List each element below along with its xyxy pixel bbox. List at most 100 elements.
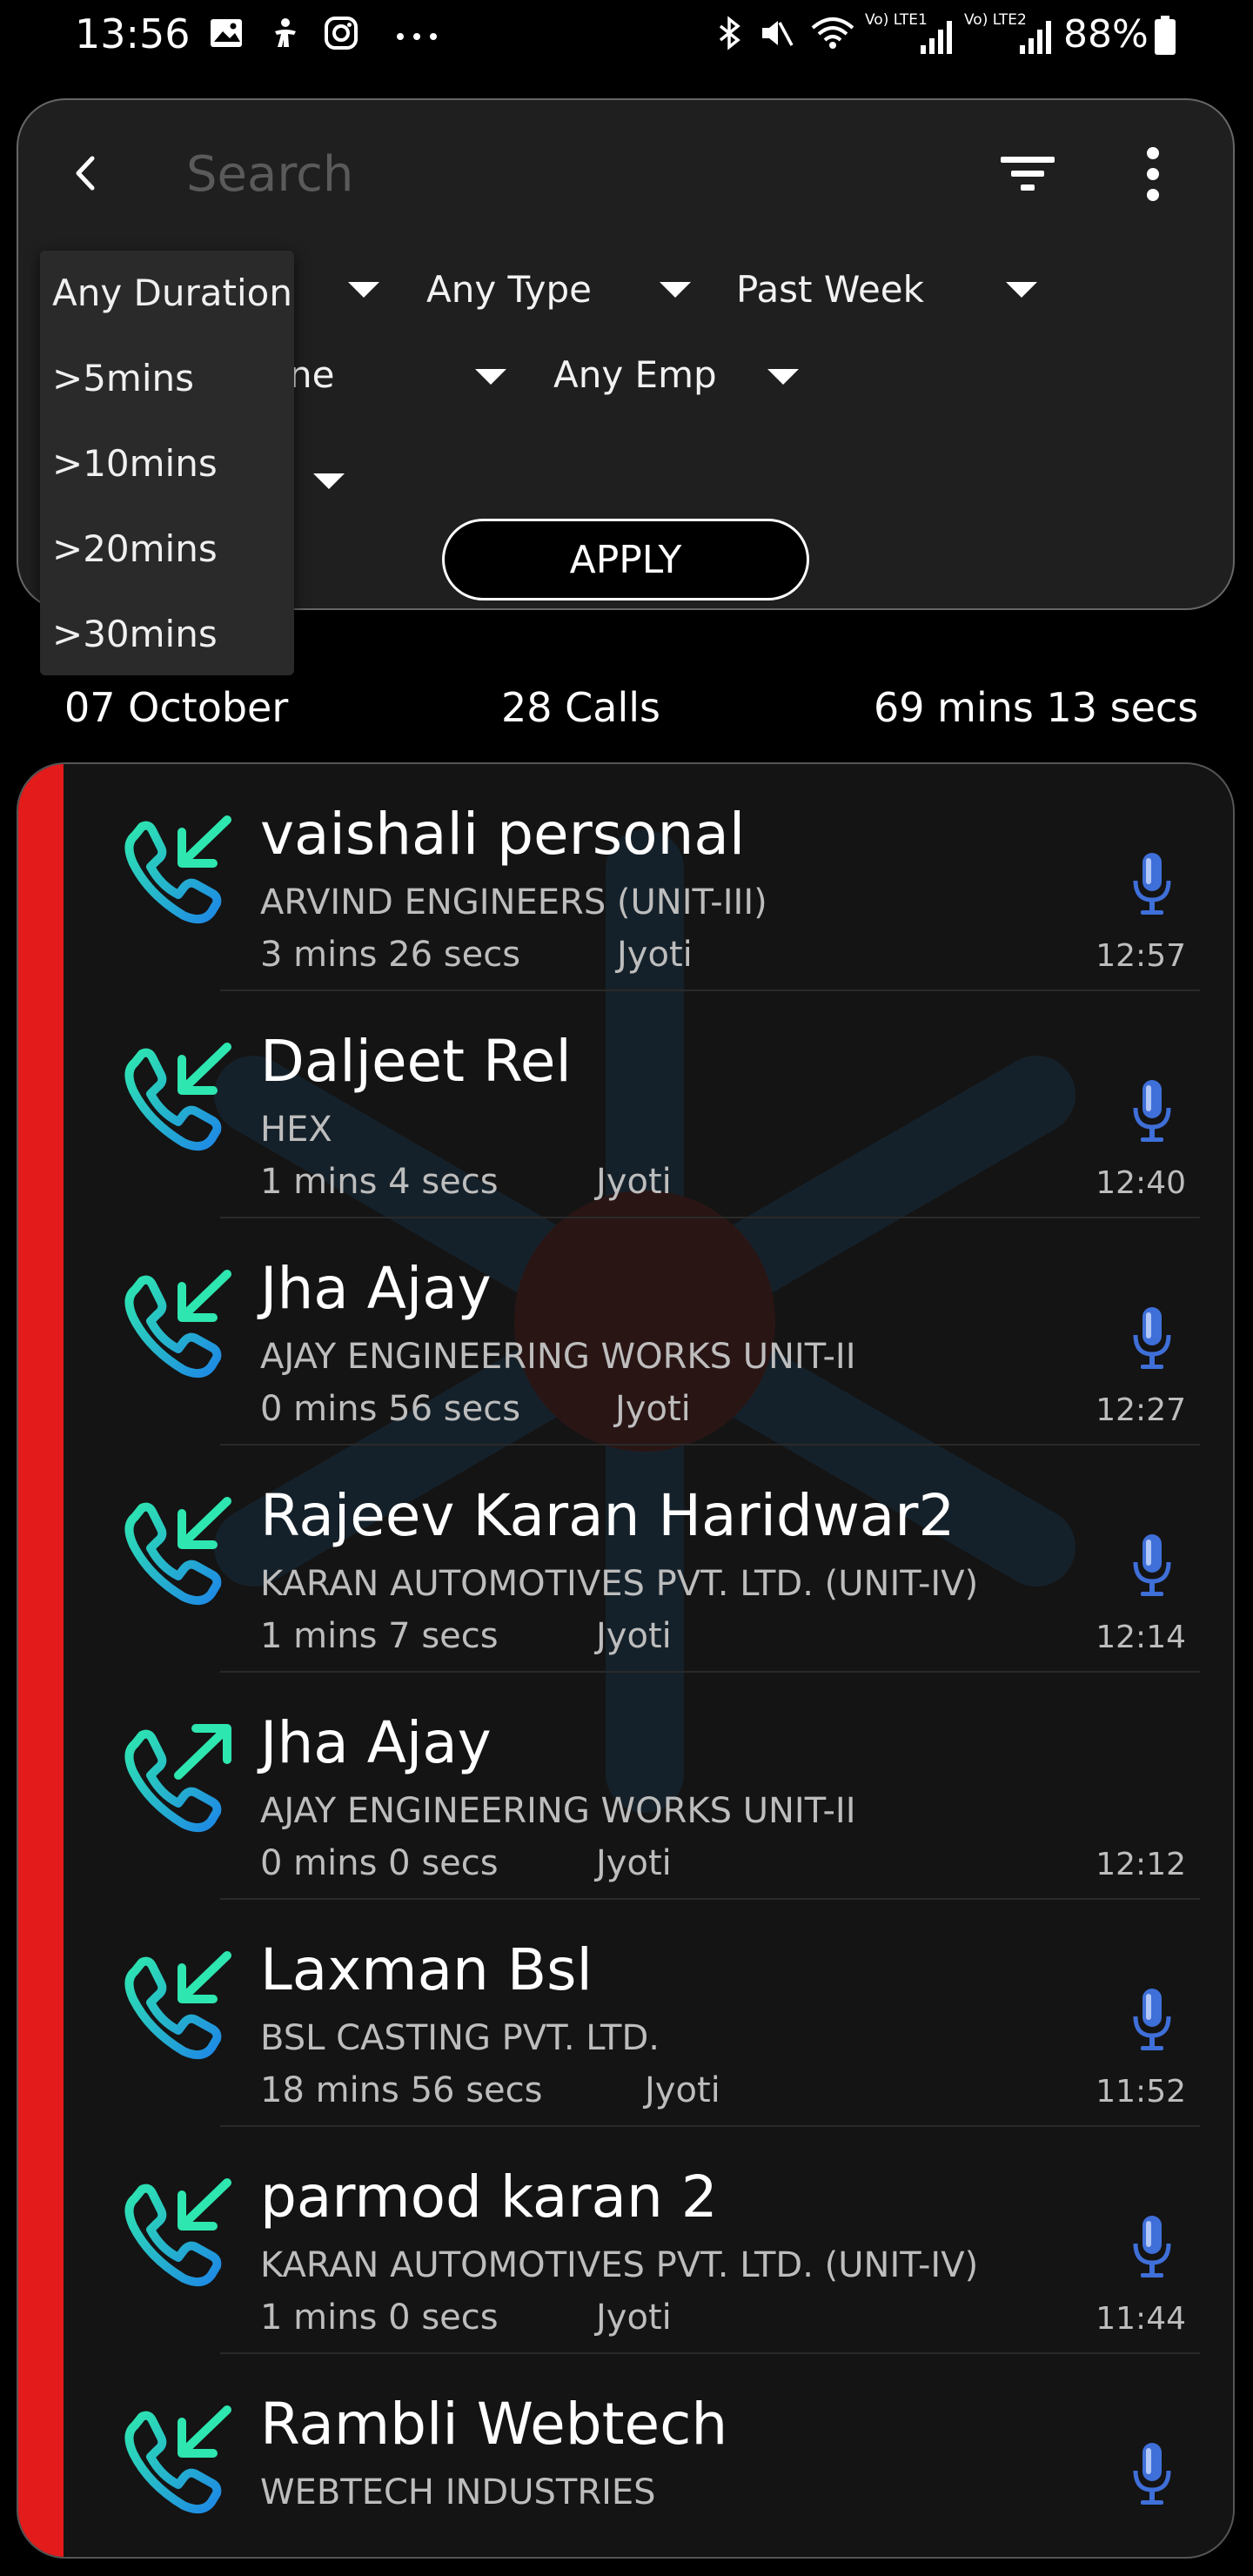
more-vert-icon[interactable] <box>1140 146 1166 202</box>
call-employee: Jyoti <box>596 1616 672 1656</box>
incoming-call-icon <box>124 1497 231 1606</box>
caller-company: AJAY ENGINEERING WORKS UNIT-II <box>260 1791 856 1831</box>
dropdown-option-any-duration[interactable]: Any Duration <box>52 272 292 314</box>
incoming-call-icon <box>124 1043 231 1151</box>
dropdown-option-30mins[interactable]: >30mins <box>52 613 218 655</box>
chevron-down-icon <box>348 282 379 298</box>
accessibility-icon <box>275 18 296 47</box>
mic-icon[interactable] <box>1132 1987 1172 2053</box>
call-time: 11:44 <box>1096 2301 1186 2337</box>
name-filter-label: ne <box>289 353 335 396</box>
caller-name: Rambli Webtech <box>260 2391 728 2458</box>
summary-date: 07 October <box>64 684 289 731</box>
call-employee: Jyoti <box>617 935 693 975</box>
duration-caret[interactable] <box>348 282 379 298</box>
type-filter[interactable]: Any Type <box>426 268 592 311</box>
call-row[interactable]: parmod karan 2 KARAN AUTOMOTIVES PVT. LT… <box>64 2127 1233 2354</box>
emp-filter[interactable]: Any Emp <box>553 353 717 396</box>
wifi-icon <box>811 17 854 49</box>
gallery-icon <box>211 19 242 47</box>
more-dots-icon <box>397 33 437 40</box>
summary-calls: 28 Calls <box>501 684 660 731</box>
bluetooth-icon <box>719 16 740 50</box>
lte2-signal-icon: Vo) LTE2 <box>964 12 1060 64</box>
status-bar: 13:56 Vo) LTE1 Vo) LTE2 88% <box>0 0 1253 78</box>
dropdown-option-20mins[interactable]: >20mins <box>52 527 218 570</box>
call-duration: 18 mins 56 secs <box>260 2070 543 2110</box>
call-duration: 0 mins 56 secs <box>260 1389 521 1429</box>
third-filter-caret[interactable] <box>313 473 345 489</box>
mute-icon <box>762 21 794 46</box>
caller-company: WEBTECH INDUSTRIES <box>260 2472 656 2512</box>
call-row[interactable]: Rambli Webtech WEBTECH INDUSTRIES <box>64 2354 1233 2557</box>
call-duration: 3 mins 26 secs <box>260 935 521 975</box>
mic-icon[interactable] <box>1132 1305 1172 1372</box>
caller-name: Jha Ajay <box>260 1709 492 1776</box>
caller-name: Laxman Bsl <box>260 1936 593 2003</box>
filter-icon[interactable] <box>999 153 1056 195</box>
instagram-icon <box>325 17 358 50</box>
incoming-call-icon <box>124 1270 231 1379</box>
battery-percent: 88% <box>1063 12 1149 57</box>
call-duration: 0 mins 0 secs <box>260 1843 499 1883</box>
mic-icon[interactable] <box>1132 1533 1172 1599</box>
mic-icon[interactable] <box>1132 851 1172 917</box>
call-employee: Jyoti <box>596 1843 672 1883</box>
type-caret[interactable] <box>660 282 691 298</box>
caller-name: parmod karan 2 <box>260 2163 718 2231</box>
call-row[interactable]: vaishali personal ARVIND ENGINEERS (UNIT… <box>64 764 1233 991</box>
call-time: 12:12 <box>1096 1847 1186 1882</box>
call-duration: 1 mins 4 secs <box>260 1162 499 1202</box>
dropdown-option-10mins[interactable]: >10mins <box>52 442 218 485</box>
period-filter[interactable]: Past Week <box>736 268 924 311</box>
accent-bar <box>18 764 64 2557</box>
status-time: 13:56 <box>75 10 191 57</box>
back-arrow-icon[interactable] <box>70 153 104 193</box>
search-input[interactable]: Search <box>186 146 353 203</box>
period-caret[interactable] <box>1006 282 1037 298</box>
call-row[interactable]: Jha Ajay AJAY ENGINEERING WORKS UNIT-II … <box>64 1218 1233 1446</box>
lte1-signal-icon: Vo) LTE1 <box>865 12 961 64</box>
incoming-call-icon <box>124 2178 231 2287</box>
chevron-down-icon <box>660 282 691 298</box>
duration-dropdown: Any Duration >5mins >10mins >20mins >30m… <box>40 251 294 675</box>
name-filter[interactable]: ne <box>289 353 334 396</box>
call-duration: 1 mins 7 secs <box>260 1616 499 1656</box>
dropdown-option-5mins[interactable]: >5mins <box>52 357 194 399</box>
chevron-down-icon <box>1006 282 1037 298</box>
caller-name: Jha Ajay <box>260 1255 492 1322</box>
battery-icon <box>1155 16 1176 55</box>
call-time: 12:40 <box>1096 1165 1186 1201</box>
incoming-call-icon <box>124 1951 231 2060</box>
caller-name: Rajeev Karan Haridwar2 <box>260 1482 955 1549</box>
incoming-call-icon <box>124 815 231 924</box>
apply-button[interactable]: APPLY <box>442 519 809 600</box>
call-employee: Jyoti <box>645 2070 720 2110</box>
caller-company: AJAY ENGINEERING WORKS UNIT-II <box>260 1337 856 1377</box>
call-duration: 1 mins 0 secs <box>260 2298 499 2338</box>
mic-icon[interactable] <box>1132 2441 1172 2507</box>
period-filter-label: Past Week <box>736 268 924 311</box>
summary-total-duration: 69 mins 13 secs <box>874 684 1199 731</box>
caller-company: HEX <box>260 1110 332 1150</box>
call-row[interactable]: Daljeet Rel HEX 1 mins 4 secs Jyoti 12:4… <box>64 991 1233 1218</box>
call-list: vaishali personal ARVIND ENGINEERS (UNIT… <box>17 762 1235 2559</box>
mic-icon[interactable] <box>1132 1078 1172 1144</box>
chevron-down-icon <box>313 473 345 489</box>
call-time: 12:14 <box>1096 1620 1186 1655</box>
type-filter-label: Any Type <box>426 268 593 311</box>
call-row[interactable]: Laxman Bsl BSL CASTING PVT. LTD. 18 mins… <box>64 1900 1233 2127</box>
caller-name: vaishali personal <box>260 801 746 868</box>
call-row[interactable]: Rajeev Karan Haridwar2 KARAN AUTOMOTIVES… <box>64 1446 1233 1673</box>
caller-name: Daljeet Rel <box>260 1028 572 1095</box>
name-caret[interactable] <box>475 369 506 385</box>
emp-caret[interactable] <box>767 369 799 385</box>
call-employee: Jyoti <box>615 1389 691 1429</box>
outgoing-call-icon <box>124 1724 231 1833</box>
mic-icon[interactable] <box>1132 2214 1172 2280</box>
call-employee: Jyoti <box>596 1162 672 1202</box>
incoming-call-icon <box>124 2405 231 2514</box>
call-time: 12:57 <box>1096 938 1186 974</box>
chevron-down-icon <box>475 369 506 385</box>
call-row[interactable]: Jha Ajay AJAY ENGINEERING WORKS UNIT-II … <box>64 1673 1233 1900</box>
